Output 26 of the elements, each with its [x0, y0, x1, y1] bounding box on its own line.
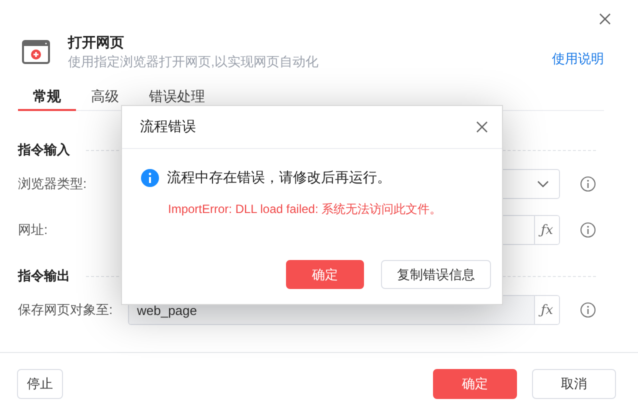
expression-button[interactable]: ƒx: [534, 296, 559, 324]
chevron-down-icon: [537, 180, 549, 188]
help-link[interactable]: 使用说明: [552, 50, 604, 68]
browser-window-icon: [22, 40, 50, 64]
info-icon: [141, 169, 159, 187]
tab[interactable]: 高级: [76, 83, 134, 111]
expression-button[interactable]: ƒx: [534, 216, 559, 244]
info-icon: [580, 302, 596, 318]
error-detail: ImportError: DLL load failed: 系统无法访问此文件。: [168, 201, 443, 218]
error-message: 流程中存在错误，请修改后再运行。: [167, 169, 391, 187]
window-title: 打开网页: [68, 33, 125, 52]
field-label: 网址:: [18, 221, 49, 239]
info-icon: [580, 176, 596, 192]
field-label: 浏览器类型:: [18, 175, 88, 193]
cancel-button[interactable]: 取消: [532, 369, 616, 399]
section-title: 指令输入: [18, 141, 70, 159]
window-subtitle: 使用指定浏览器打开网页,以实现网页自动化: [68, 53, 320, 71]
stop-button[interactable]: 停止: [17, 369, 63, 399]
close-button[interactable]: [598, 12, 612, 26]
tab[interactable]: 常规: [18, 83, 76, 111]
copy-error-button[interactable]: 复制错误信息: [381, 260, 491, 289]
section-title: 指令输出: [18, 267, 70, 285]
field-label: 保存网页对象至:: [18, 301, 114, 319]
close-button[interactable]: [475, 120, 489, 134]
dialog-title: 流程错误: [140, 118, 197, 136]
info-icon: [580, 222, 596, 238]
